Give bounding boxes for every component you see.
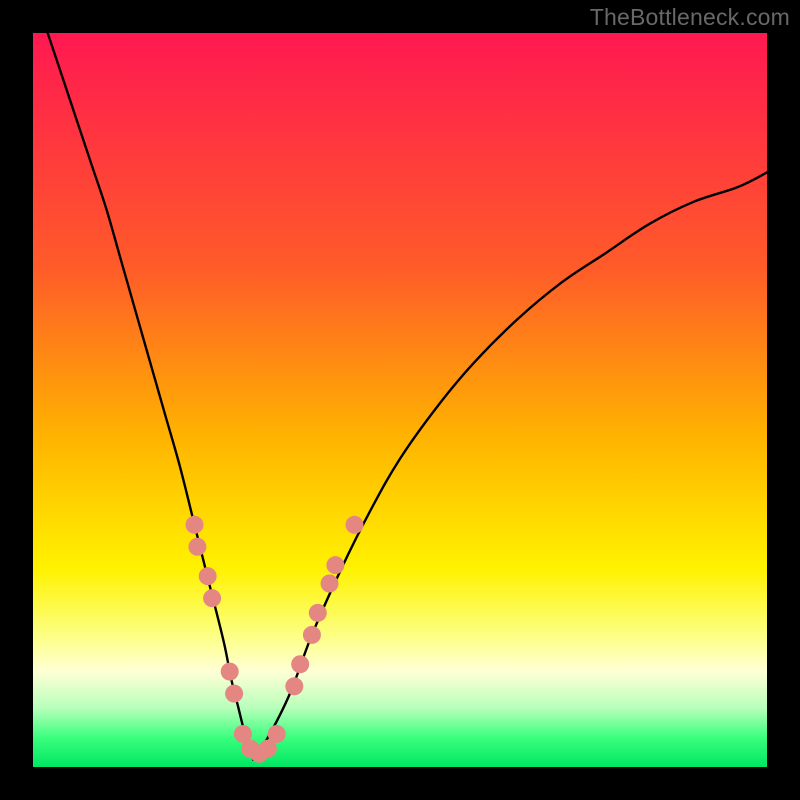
highlight-dot	[309, 604, 327, 622]
highlight-dot	[185, 516, 203, 534]
highlight-dot	[303, 626, 321, 644]
highlight-dot	[221, 663, 239, 681]
highlight-dot	[345, 516, 363, 534]
highlight-dot	[321, 575, 339, 593]
highlight-dot	[188, 538, 206, 556]
highlight-dot	[291, 655, 309, 673]
attribution-label: TheBottleneck.com	[590, 4, 790, 31]
gradient-background	[33, 33, 767, 767]
highlight-dot	[225, 685, 243, 703]
chart-frame: TheBottleneck.com	[0, 0, 800, 800]
highlight-dot	[203, 589, 221, 607]
bottleneck-chart	[0, 0, 800, 800]
highlight-dot	[268, 725, 286, 743]
highlight-dot	[285, 677, 303, 695]
highlight-dot	[199, 567, 217, 585]
highlight-dot	[326, 556, 344, 574]
